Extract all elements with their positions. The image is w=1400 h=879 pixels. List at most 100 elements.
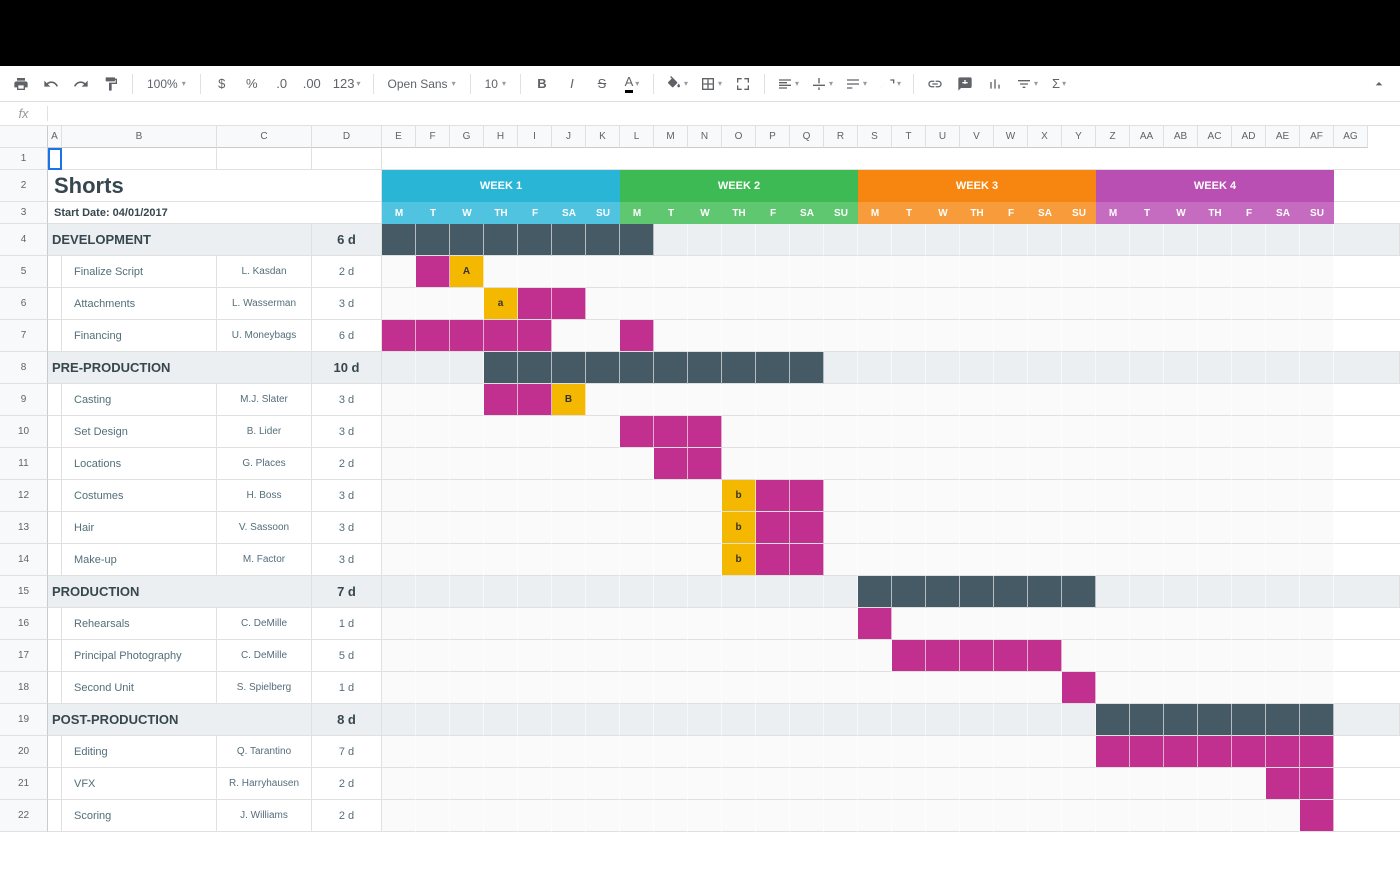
row-number[interactable]: 1 bbox=[0, 148, 48, 170]
gantt-cell[interactable] bbox=[1028, 576, 1062, 608]
gantt-cell[interactable] bbox=[756, 224, 790, 256]
gantt-cell[interactable] bbox=[1096, 704, 1130, 736]
gantt-cell[interactable] bbox=[1062, 512, 1096, 544]
task-row[interactable]: Make-upM. Factor3 db bbox=[48, 544, 1400, 576]
gantt-cell[interactable] bbox=[1300, 448, 1334, 480]
gantt-cell[interactable] bbox=[1232, 672, 1266, 704]
column-header[interactable]: Y bbox=[1062, 126, 1096, 148]
column-header[interactable]: K bbox=[586, 126, 620, 148]
gantt-cell[interactable] bbox=[552, 576, 586, 608]
gantt-cell[interactable] bbox=[1300, 704, 1334, 736]
gantt-cell[interactable] bbox=[654, 320, 688, 352]
text-wrap-button[interactable]: ▾ bbox=[841, 71, 871, 97]
gantt-cell[interactable] bbox=[484, 512, 518, 544]
gantt-cell[interactable] bbox=[824, 608, 858, 640]
gantt-cell[interactable] bbox=[416, 736, 450, 768]
row-number[interactable]: 13 bbox=[0, 512, 48, 544]
gantt-cell[interactable] bbox=[926, 480, 960, 512]
row-number[interactable]: 18 bbox=[0, 672, 48, 704]
gantt-cell[interactable] bbox=[688, 544, 722, 576]
gantt-cell[interactable] bbox=[1300, 672, 1334, 704]
gantt-cell[interactable] bbox=[1130, 448, 1164, 480]
task-row[interactable]: CostumesH. Boss3 db bbox=[48, 480, 1400, 512]
gantt-cell[interactable] bbox=[1130, 416, 1164, 448]
gantt-cell[interactable] bbox=[518, 384, 552, 416]
gantt-cell[interactable] bbox=[450, 544, 484, 576]
gantt-cell[interactable] bbox=[382, 448, 416, 480]
column-header[interactable]: F bbox=[416, 126, 450, 148]
gantt-cell[interactable] bbox=[926, 800, 960, 832]
gantt-cell[interactable] bbox=[552, 544, 586, 576]
gantt-cell[interactable] bbox=[552, 416, 586, 448]
phase-row[interactable]: DEVELOPMENT6 d bbox=[48, 224, 1400, 256]
gantt-cell[interactable] bbox=[620, 736, 654, 768]
gantt-cell[interactable] bbox=[994, 704, 1028, 736]
gantt-cell[interactable] bbox=[824, 320, 858, 352]
increase-decimal-button[interactable]: .00 bbox=[299, 71, 325, 97]
gantt-cell[interactable] bbox=[960, 480, 994, 512]
gantt-cell[interactable] bbox=[1062, 576, 1096, 608]
gantt-cell[interactable] bbox=[960, 576, 994, 608]
gantt-cell[interactable] bbox=[484, 352, 518, 384]
print-button[interactable] bbox=[8, 71, 34, 97]
gantt-cell[interactable] bbox=[1130, 576, 1164, 608]
gantt-cell[interactable] bbox=[620, 448, 654, 480]
column-header[interactable]: I bbox=[518, 126, 552, 148]
insert-comment-button[interactable] bbox=[952, 71, 978, 97]
gantt-cell[interactable] bbox=[450, 224, 484, 256]
gantt-cell[interactable] bbox=[484, 800, 518, 832]
task-assignee[interactable]: R. Harryhausen bbox=[217, 768, 312, 800]
gantt-cell[interactable] bbox=[824, 480, 858, 512]
gantt-cell[interactable] bbox=[756, 352, 790, 384]
gantt-cell[interactable] bbox=[1096, 768, 1130, 800]
gantt-cell[interactable] bbox=[1198, 576, 1232, 608]
gantt-cell[interactable] bbox=[756, 416, 790, 448]
task-name[interactable]: Financing bbox=[62, 320, 217, 352]
gantt-cell[interactable] bbox=[994, 736, 1028, 768]
gantt-cell[interactable] bbox=[484, 704, 518, 736]
gantt-cell[interactable] bbox=[654, 608, 688, 640]
gantt-cell[interactable] bbox=[722, 448, 756, 480]
gantt-cell[interactable] bbox=[382, 224, 416, 256]
gantt-cell[interactable] bbox=[620, 608, 654, 640]
gantt-cell[interactable] bbox=[654, 576, 688, 608]
row-number[interactable]: 10 bbox=[0, 416, 48, 448]
gantt-cell[interactable] bbox=[1130, 288, 1164, 320]
gantt-cell[interactable] bbox=[688, 672, 722, 704]
gantt-cell[interactable] bbox=[790, 800, 824, 832]
gantt-cell[interactable] bbox=[552, 480, 586, 512]
gantt-cell[interactable] bbox=[382, 768, 416, 800]
gantt-cell[interactable] bbox=[926, 288, 960, 320]
gantt-cell[interactable] bbox=[484, 672, 518, 704]
row-number[interactable]: 11 bbox=[0, 448, 48, 480]
gantt-cell[interactable] bbox=[484, 480, 518, 512]
gantt-cell[interactable] bbox=[518, 544, 552, 576]
gantt-cell[interactable] bbox=[1198, 448, 1232, 480]
vertical-align-button[interactable]: ▾ bbox=[807, 71, 837, 97]
gantt-cell[interactable] bbox=[688, 448, 722, 480]
gantt-cell[interactable] bbox=[552, 256, 586, 288]
task-duration[interactable]: 2 d bbox=[312, 448, 382, 480]
gantt-cell[interactable] bbox=[722, 672, 756, 704]
column-header[interactable]: N bbox=[688, 126, 722, 148]
task-row[interactable]: ScoringJ. Williams2 d bbox=[48, 800, 1400, 832]
column-header[interactable]: R bbox=[824, 126, 858, 148]
column-header[interactable]: AD bbox=[1232, 126, 1266, 148]
gantt-cell[interactable] bbox=[926, 448, 960, 480]
gantt-cell[interactable] bbox=[994, 256, 1028, 288]
format-currency-button[interactable]: $ bbox=[209, 71, 235, 97]
gantt-cell[interactable] bbox=[1198, 768, 1232, 800]
task-row[interactable]: HairV. Sassoon3 db bbox=[48, 512, 1400, 544]
gantt-cell[interactable] bbox=[1028, 352, 1062, 384]
gantt-cell[interactable] bbox=[1028, 608, 1062, 640]
gantt-cell[interactable] bbox=[416, 480, 450, 512]
gantt-cell[interactable] bbox=[1232, 576, 1266, 608]
gantt-cell[interactable] bbox=[1232, 608, 1266, 640]
gantt-cell[interactable] bbox=[416, 704, 450, 736]
gantt-cell[interactable] bbox=[790, 384, 824, 416]
gantt-cell[interactable] bbox=[960, 288, 994, 320]
gantt-cell[interactable] bbox=[552, 800, 586, 832]
zoom-select[interactable]: 100% bbox=[141, 71, 192, 97]
gantt-cell[interactable] bbox=[416, 416, 450, 448]
gantt-cell[interactable] bbox=[416, 512, 450, 544]
